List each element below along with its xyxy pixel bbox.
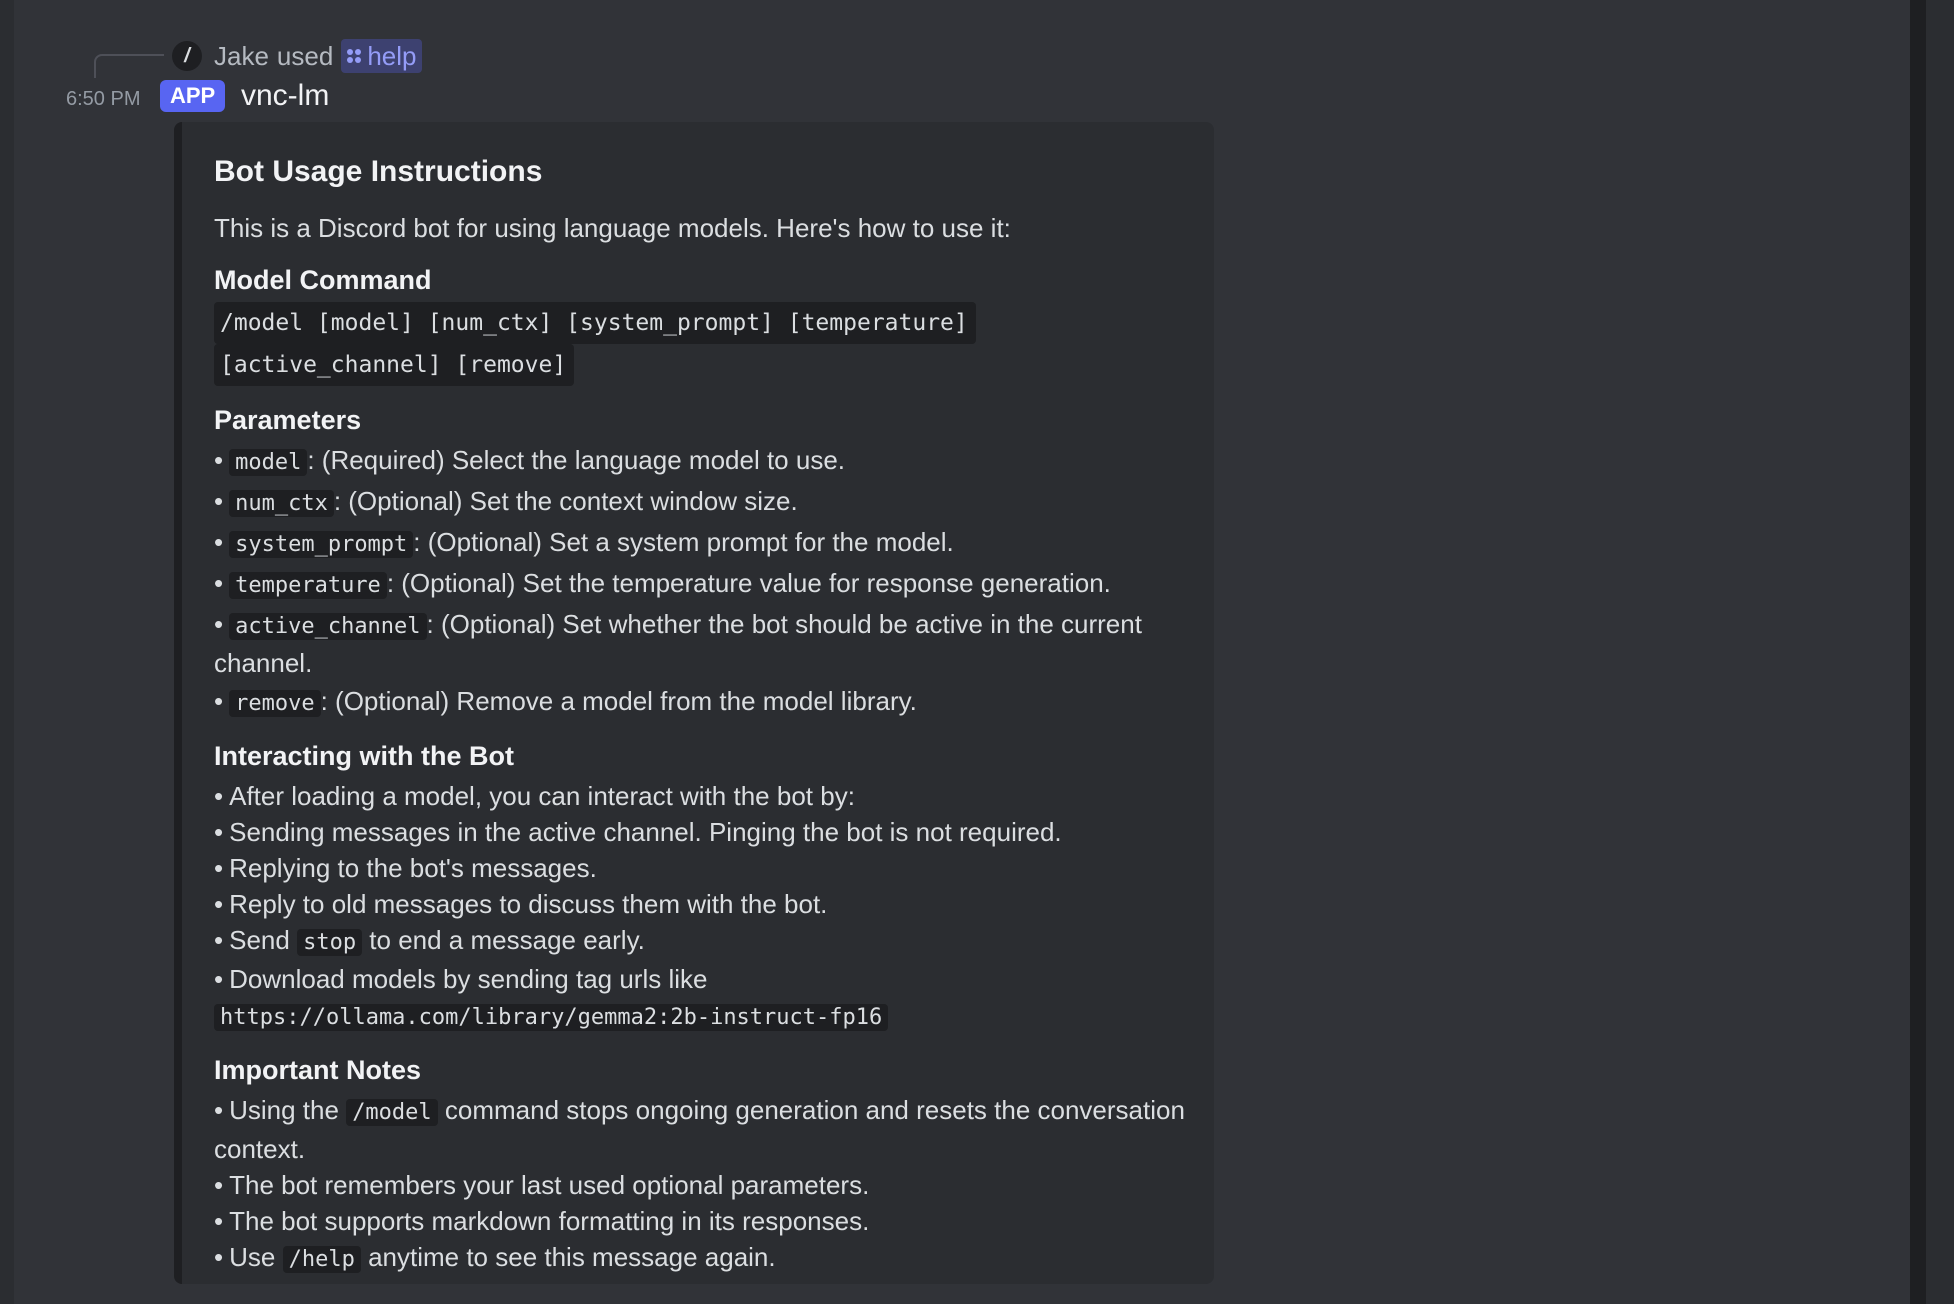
reply-username[interactable]: Jake	[214, 41, 269, 72]
list-item-text: Send	[229, 925, 290, 955]
model-command-heading: Model Command	[214, 265, 432, 295]
list-item: • Using the /model command stops ongoing …	[214, 1095, 1185, 1164]
slash-command-icon: /	[172, 41, 202, 71]
code-line: [active_channel] [remove]	[214, 344, 575, 386]
inline-code: remove	[229, 690, 321, 717]
list-item-text: anytime to see this message again.	[368, 1242, 776, 1272]
inline-code: system_prompt	[229, 531, 414, 558]
list-item: • After loading a model, you can interact…	[214, 781, 855, 811]
command-mention[interactable]: help	[341, 39, 423, 73]
list-item: • Reply to old messages to discuss them w…	[214, 889, 828, 919]
list-item: • The bot supports markdown formatting in…	[214, 1206, 870, 1236]
list-item: • Replying to the bot's messages.	[214, 853, 597, 883]
list-item-text: : (Optional) Set a system prompt for the…	[413, 527, 954, 557]
scrollbar-track[interactable]	[1910, 0, 1926, 1304]
list-item-text: The bot remembers your last used optiona…	[229, 1170, 870, 1200]
embed-title: Bot Usage Instructions	[214, 155, 543, 188]
bot-username[interactable]: vnc-lm	[241, 78, 329, 114]
inline-code: active_channel	[229, 613, 427, 640]
list-item-text: : (Optional) Set the temperature value f…	[386, 568, 1111, 598]
list-item-text: to end a message early.	[369, 925, 645, 955]
inline-code: model	[229, 449, 308, 476]
chat-view: / Jake used help 6:50 PM APP vnc-lm Bot …	[0, 0, 1954, 1304]
list-item-text: The bot supports markdown formatting in …	[229, 1206, 870, 1236]
notes-heading: Important Notes	[214, 1055, 422, 1085]
left-edge-strip	[0, 0, 14, 1304]
parameters-list: • model: (Required) Select the language m…	[214, 442, 1194, 722]
reply-spine	[94, 54, 164, 78]
list-item-text: Download models by sending tag urls like	[229, 964, 708, 994]
list-item-text: : (Optional) Remove a model from the mod…	[320, 686, 917, 716]
inline-code: stop	[297, 929, 363, 956]
message-embed: Bot Usage Instructions This is a Discord…	[174, 122, 1214, 1284]
embed-intro: This is a Discord bot for using language…	[214, 213, 1011, 243]
interacting-heading: Interacting with the Bot	[214, 741, 514, 771]
list-item: • temperature: (Optional) Set the tempera…	[214, 568, 1111, 599]
embed-description: This is a Discord bot for using language…	[214, 210, 1194, 1278]
inline-code: temperature	[229, 572, 387, 599]
list-item: • Use /help anytime to see this message a…	[214, 1242, 776, 1273]
notes-list: • Using the /model command stops ongoing …	[214, 1092, 1194, 1278]
download-url-line: https://ollama.com/library/gemma2:2b-ins…	[214, 997, 1194, 1036]
list-item-text: Use	[229, 1242, 276, 1272]
list-item: • Download models by sending tag urls lik…	[214, 964, 708, 994]
reply-used-text: used	[276, 40, 334, 71]
list-item: • Send stop to end a message early.	[214, 925, 645, 956]
message-timestamp[interactable]: 6:50 PM	[66, 86, 140, 112]
list-item: • Sending messages in the active channel.…	[214, 817, 1062, 847]
list-item: • system_prompt: (Optional) Set a system …	[214, 527, 954, 558]
list-item-text: Sending messages in the active channel. …	[229, 817, 1062, 847]
parameters-heading: Parameters	[214, 405, 362, 435]
list-item: • The bot remembers your last used option…	[214, 1170, 870, 1200]
list-item: • model: (Required) Select the language m…	[214, 445, 846, 476]
download-url-code: https://ollama.com/library/gemma2:2b-ins…	[214, 1004, 889, 1031]
code-line: /model [model] [num_ctx] [system_prompt]…	[214, 302, 976, 344]
command-mention-label: help	[367, 40, 417, 71]
apps-icon	[347, 49, 362, 63]
interacting-list: • After loading a model, you can interact…	[214, 778, 1194, 1036]
list-item-text: Using the	[229, 1095, 339, 1125]
model-command-code: /model [model] [num_ctx] [system_prompt]…	[214, 302, 1194, 386]
command-usage-line: / Jake used help	[172, 38, 423, 74]
list-item: • num_ctx: (Optional) Set the context win…	[214, 486, 798, 517]
list-item-text: After loading a model, you can interact …	[229, 781, 855, 811]
list-item-text: : (Optional) Set the context window size…	[333, 486, 798, 516]
list-item-text: : (Required) Select the language model t…	[307, 445, 846, 475]
inline-code: num_ctx	[229, 490, 334, 517]
inline-code: /model	[346, 1099, 438, 1126]
inline-code: /help	[282, 1246, 361, 1273]
right-edge-strip	[1926, 0, 1954, 1304]
list-item-text: Reply to old messages to discuss them wi…	[229, 889, 828, 919]
list-item: • active_channel: (Optional) Set whether …	[214, 609, 1142, 678]
list-item-text: Replying to the bot's messages.	[229, 853, 597, 883]
list-item: • remove: (Optional) Remove a model from …	[214, 686, 917, 717]
embed-content: Bot Usage Instructions This is a Discord…	[214, 152, 1194, 1278]
app-badge: APP	[160, 80, 226, 112]
